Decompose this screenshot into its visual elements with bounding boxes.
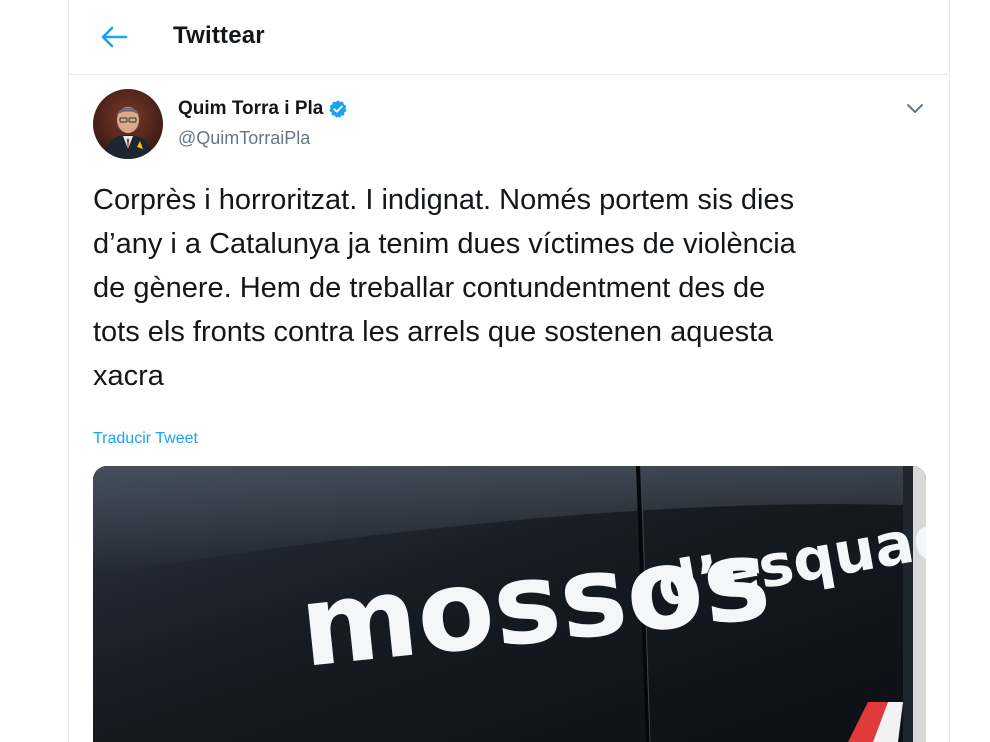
tweet-text: Corprès i horroritzat. I indignat. Només…: [93, 184, 796, 392]
author-name[interactable]: Quim Torra i Pla: [178, 98, 348, 120]
chevron-down-icon: [907, 104, 923, 113]
back-button[interactable]: [95, 18, 133, 56]
tweet-media-image[interactable]: mossos d’esquadra: [93, 466, 926, 742]
page-title: Twittear: [173, 22, 265, 49]
arrow-left-icon: [101, 26, 128, 48]
author-handle[interactable]: @QuimTorraiPla: [178, 128, 310, 149]
tweet-column: Twittear Quim Torra i Pla @QuimTorraiPla…: [68, 0, 950, 742]
translate-tweet-link[interactable]: Traducir Tweet: [93, 430, 198, 448]
tweet-menu-button[interactable]: [901, 96, 929, 122]
avatar[interactable]: [93, 89, 163, 159]
top-bar: Twittear: [69, 0, 949, 75]
author-name-text: Quim Torra i Pla: [178, 98, 324, 119]
verified-badge-icon: [329, 100, 347, 118]
